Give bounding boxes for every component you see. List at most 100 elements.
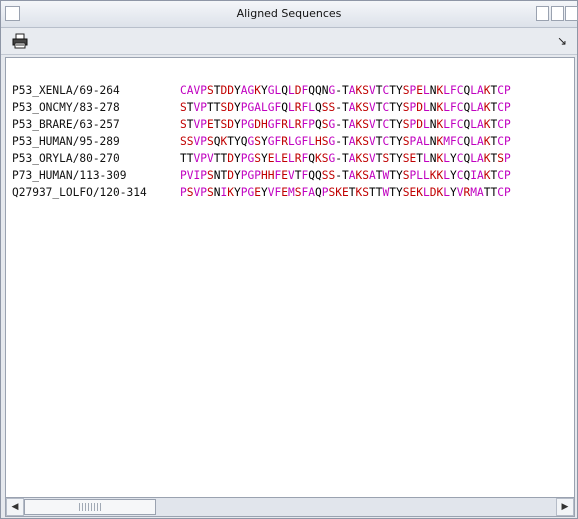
residue: Q (240, 135, 248, 148)
residue: K (416, 186, 423, 199)
residue: Y (261, 152, 268, 165)
residue: Q (315, 118, 322, 131)
residue: F (450, 135, 457, 148)
scroll-right-button[interactable]: ▶ (556, 498, 574, 516)
maximize-button[interactable] (551, 6, 564, 21)
residue: A (477, 84, 484, 97)
residue: T (389, 118, 396, 131)
residue: K (483, 118, 491, 131)
residue: T (342, 152, 349, 165)
residue: S (321, 152, 329, 165)
residue: Y (261, 186, 268, 199)
residue: P (504, 186, 511, 199)
residue: Y (396, 186, 403, 199)
residue: S (180, 118, 187, 131)
residue: S (362, 152, 369, 165)
horizontal-scrollbar[interactable]: ◀ ▶ (5, 497, 575, 517)
residue: L (416, 169, 423, 182)
residue: C (497, 101, 504, 114)
residue: P (504, 101, 511, 114)
scroll-thumb[interactable] (24, 499, 156, 515)
residue: F (450, 84, 457, 97)
residue: K (227, 186, 234, 199)
residue: L (423, 84, 430, 97)
residue: S (362, 135, 369, 148)
residue: L (423, 169, 430, 182)
residue: A (186, 84, 194, 97)
residue: P (240, 152, 248, 165)
residue: S (402, 84, 410, 97)
residue: Y (396, 101, 403, 114)
residue: C (456, 152, 464, 165)
residue: D (227, 118, 234, 131)
residue: T (342, 101, 349, 114)
scroll-left-button[interactable]: ◀ (6, 498, 24, 516)
residue: Y (450, 186, 457, 199)
collapse-arrow-icon[interactable]: ↘ (557, 34, 567, 48)
residue: G (267, 135, 275, 148)
residue: P (504, 169, 511, 182)
residue: H (315, 135, 322, 148)
residue: R (294, 101, 302, 114)
residue: Q (281, 101, 288, 114)
residue: T (186, 101, 194, 114)
residue: S (362, 84, 369, 97)
residue: T (389, 169, 396, 182)
residue: V (207, 152, 214, 165)
residue: C (456, 101, 464, 114)
residue: A (348, 118, 356, 131)
sequence-name: P53_ONCMY/83-278 (12, 101, 120, 114)
residue: K (254, 84, 261, 97)
residue: F (450, 118, 457, 131)
residue: T (213, 84, 221, 97)
residue: C (497, 135, 504, 148)
residue: L (308, 101, 315, 114)
residue: L (288, 84, 295, 97)
close-button[interactable] (565, 6, 578, 21)
residue: L (288, 135, 295, 148)
residue: A (477, 118, 484, 131)
residue: S (362, 101, 369, 114)
minimize-button[interactable] (536, 6, 549, 21)
residue: Q (315, 186, 322, 199)
residue: F (450, 101, 457, 114)
residue: P (200, 101, 207, 114)
residue: K (315, 152, 322, 165)
residue: L (470, 135, 477, 148)
residue: L (308, 135, 315, 148)
residue: L (443, 186, 450, 199)
toolbar: ↘ (1, 28, 577, 55)
residue: P (200, 135, 207, 148)
residue: Y (234, 118, 241, 131)
title-bar[interactable]: Aligned Sequences (1, 1, 578, 28)
residue: Y (234, 186, 241, 199)
residue: C (456, 118, 464, 131)
residue: L (443, 84, 450, 97)
residue: V (456, 186, 464, 199)
residue: T (375, 101, 383, 114)
residue: T (294, 169, 302, 182)
residue: S (402, 135, 410, 148)
residue: A (348, 101, 356, 114)
residue: S (186, 186, 194, 199)
residue: A (416, 135, 423, 148)
printer-icon[interactable] (11, 33, 29, 49)
residue: L (470, 101, 477, 114)
residue: S (321, 118, 329, 131)
residue: T (483, 186, 491, 199)
residue: V (267, 186, 275, 199)
residue: T (375, 118, 383, 131)
residue: T (207, 101, 214, 114)
residue: C (456, 84, 464, 97)
residue: P (254, 169, 261, 182)
residue: A (369, 169, 376, 182)
residue: L (288, 101, 295, 114)
residue: Y (396, 118, 403, 131)
residue: V (288, 169, 295, 182)
residue: Y (261, 135, 268, 148)
residue: V (369, 152, 376, 165)
residue: R (294, 152, 302, 165)
residue: P (504, 152, 511, 165)
residue: S (321, 135, 329, 148)
residue: A (348, 84, 356, 97)
